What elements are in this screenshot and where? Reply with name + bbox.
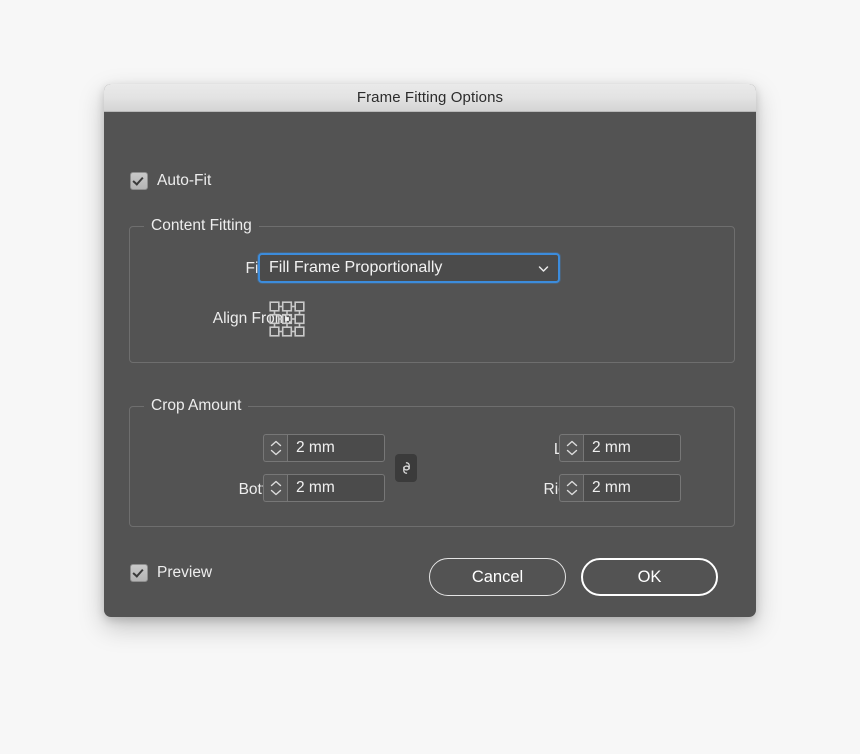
crop-left-stepper[interactable]: [559, 434, 583, 462]
chevron-down-icon: [537, 262, 550, 275]
crop-top-stepper[interactable]: [263, 434, 287, 462]
crop-right-stepper[interactable]: [559, 474, 583, 502]
fitting-select-value: Fill Frame Proportionally: [269, 259, 443, 276]
cancel-button-label: Cancel: [471, 567, 524, 586]
chain-link-icon[interactable]: [395, 454, 417, 482]
crop-top-input[interactable]: 2 mm: [287, 434, 385, 462]
dialog-titlebar: Frame Fitting Options: [104, 84, 756, 112]
auto-fit-checkbox[interactable]: [130, 172, 148, 190]
content-fitting-group-title: Content Fitting: [144, 217, 259, 235]
preview-checkbox[interactable]: [130, 564, 148, 582]
ok-button[interactable]: OK: [581, 558, 718, 596]
crop-amount-group: Crop Amount: [129, 397, 735, 527]
auto-fit-checkbox-row[interactable]: Auto-Fit: [130, 172, 211, 190]
align-from-label: Align From:: [212, 310, 292, 327]
crop-bottom-field[interactable]: 2 mm: [263, 474, 385, 502]
dialog-body: Auto-Fit Content Fitting Fitting: Fill F…: [104, 112, 756, 617]
crop-left-field[interactable]: 2 mm: [559, 434, 681, 462]
crop-top-field[interactable]: 2 mm: [263, 434, 385, 462]
fitting-select[interactable]: Fill Frame Proportionally: [258, 253, 560, 283]
crop-right-input[interactable]: 2 mm: [583, 474, 681, 502]
preview-checkbox-row[interactable]: Preview: [130, 564, 212, 582]
preview-label: Preview: [157, 564, 213, 581]
crop-bottom-stepper[interactable]: [263, 474, 287, 502]
cancel-button[interactable]: Cancel: [429, 558, 566, 596]
align-proxy-icon[interactable]: [269, 301, 305, 337]
content-fitting-group: Content Fitting: [129, 217, 735, 363]
ok-button-label: OK: [637, 567, 662, 586]
crop-bottom-input[interactable]: 2 mm: [287, 474, 385, 502]
frame-fitting-options-dialog: Frame Fitting Options Auto-Fit Content F…: [104, 84, 756, 617]
crop-amount-group-title: Crop Amount: [144, 397, 249, 415]
crop-left-input[interactable]: 2 mm: [583, 434, 681, 462]
dialog-title: Frame Fitting Options: [356, 89, 504, 106]
auto-fit-label: Auto-Fit: [157, 172, 212, 189]
crop-right-field[interactable]: 2 mm: [559, 474, 681, 502]
